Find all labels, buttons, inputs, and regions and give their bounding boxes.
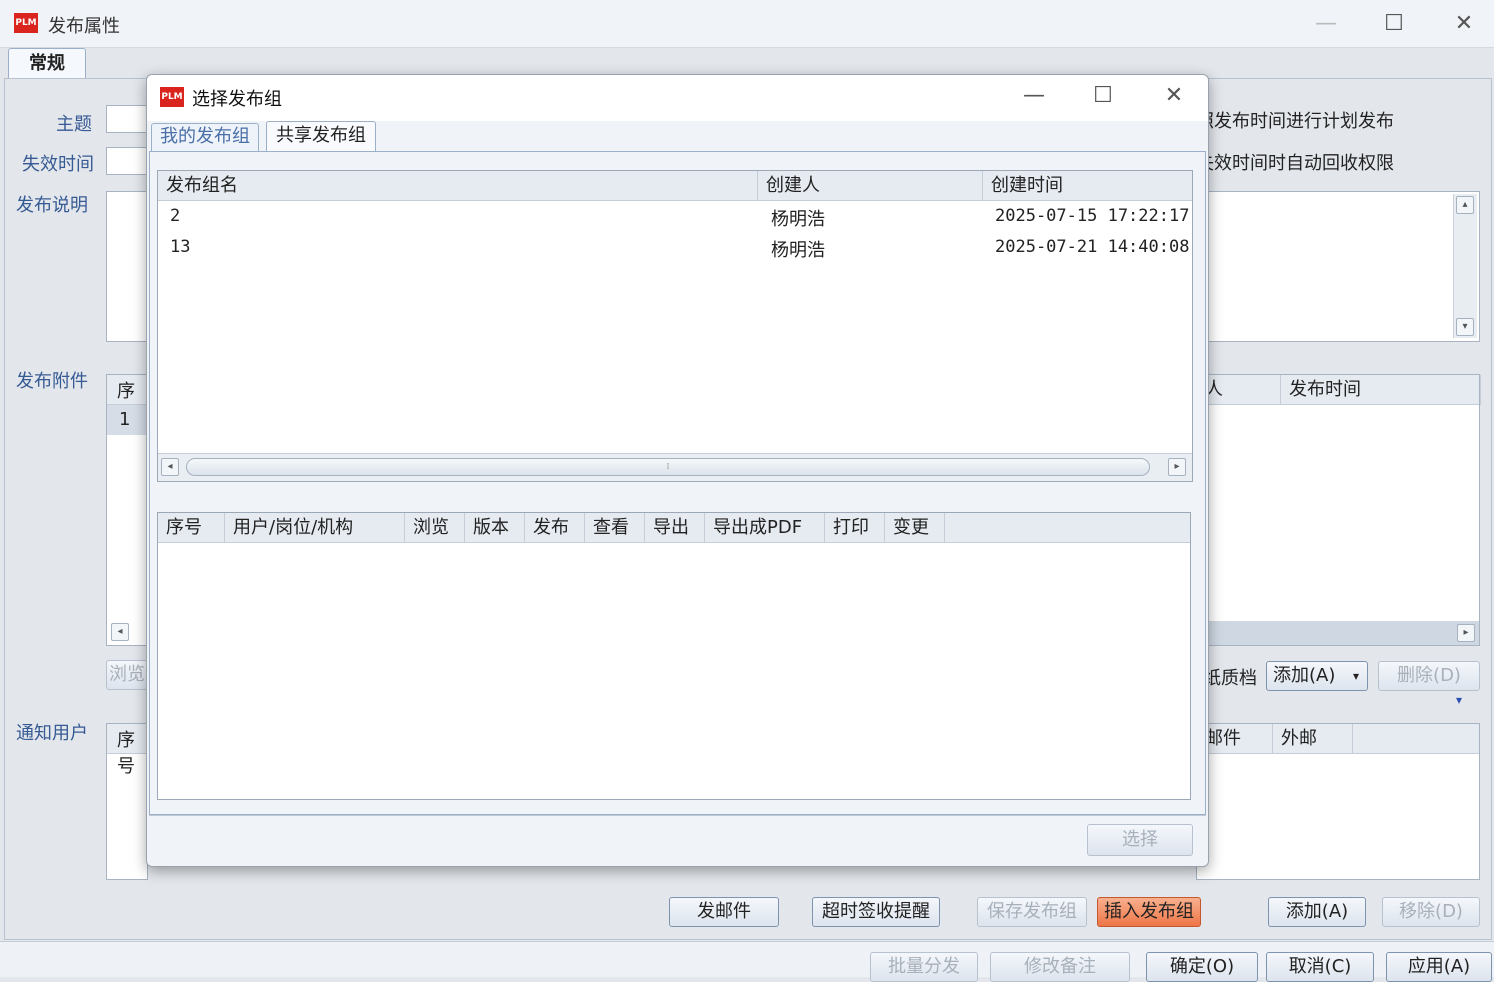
perm-col-change[interactable]: 变更 — [885, 513, 945, 543]
col-group-name[interactable]: 发布组名 — [158, 171, 758, 201]
tab-shared-groups[interactable]: 共享发布组 — [266, 121, 376, 152]
notify-label: 通知用户 — [16, 723, 88, 744]
main-window-title: 发布属性 — [48, 16, 120, 37]
scroll-thumb[interactable]: ⁞ — [186, 458, 1150, 476]
attach-row1-seq: 1 — [119, 409, 131, 430]
ok-button[interactable]: 确定(O) — [1146, 952, 1258, 982]
subject-input[interactable] — [106, 105, 148, 133]
perm-col-publish[interactable]: 发布 — [525, 513, 585, 543]
select-group-dialog: PLM 选择发布组 — ☐ ✕ 我的发布组 共享发布组 发布组名 创建人 创建时… — [146, 74, 1209, 867]
notify-table-right: 邮件 外邮 — [1196, 723, 1480, 880]
select-button[interactable]: 选择 — [1087, 824, 1193, 856]
groups-hscrollbar[interactable]: ◂ ⁞ ▸ — [158, 453, 1192, 481]
apply-button[interactable]: 应用(A) — [1386, 952, 1492, 982]
cancel-button[interactable]: 取消(C) — [1266, 952, 1374, 982]
attach-label: 发布附件 — [16, 371, 88, 392]
chevron-down-icon: ▾ — [1352, 669, 1359, 683]
dialog-title: 选择发布组 — [192, 89, 282, 110]
paper-label: 纸质档 — [1203, 668, 1257, 689]
attach-col-pubtime: 发布时间 — [1281, 375, 1481, 405]
plm-logo-icon: PLM — [14, 13, 38, 33]
created-time-cell: 2025-07-15 17:22:17 — [995, 206, 1190, 226]
desc-scrollbar[interactable]: ▴ ▾ — [1453, 194, 1477, 338]
table-row[interactable]: 13 杨明浩 2025-07-21 14:40:08 — [158, 233, 1192, 263]
desc-textarea-right[interactable]: ▴ ▾ — [1196, 191, 1480, 342]
perm-col-view[interactable]: 查看 — [585, 513, 645, 543]
notify-col-extmail: 外邮 — [1273, 724, 1353, 754]
group-name-cell: 13 — [170, 237, 191, 257]
desc-textarea[interactable] — [106, 191, 148, 342]
attach-table-right: 人 发布时间 ▸ — [1196, 374, 1481, 646]
dialog-maximize-icon[interactable]: ☐ — [1083, 81, 1123, 111]
tab-general[interactable]: 常规 — [8, 48, 86, 80]
dialog-title-bar: PLM 选择发布组 — ☐ ✕ — [147, 75, 1208, 121]
perm-col-browse[interactable]: 浏览 — [405, 513, 465, 543]
schedule-option[interactable]: 照发布时间进行计划发布 — [1196, 107, 1394, 133]
tab-my-groups[interactable]: 我的发布组 — [151, 123, 259, 151]
desc-label: 发布说明 — [16, 195, 88, 216]
close-icon[interactable]: ✕ — [1444, 9, 1484, 39]
overtime-remind-button[interactable]: 超时签收提醒 — [812, 897, 940, 927]
dialog-minimize-icon[interactable]: — — [1014, 81, 1054, 111]
edit-note-button[interactable]: 修改备注 — [990, 952, 1130, 982]
scroll-left-icon[interactable]: ◂ — [161, 458, 179, 476]
delete-button[interactable]: 删除(D) — [1378, 661, 1480, 691]
insert-group-button[interactable]: 插入发布组 — [1097, 897, 1201, 927]
revoke-option[interactable]: 失效时间时自动回收权限 — [1196, 149, 1394, 175]
notify-col-seq: 序号 — [117, 730, 135, 777]
attach-col-creator: 人 — [1197, 375, 1281, 405]
created-time-cell: 2025-07-21 14:40:08 — [995, 237, 1190, 257]
save-group-button[interactable]: 保存发布组 — [977, 897, 1087, 927]
batch-dist-button[interactable]: 批量分发 — [870, 952, 978, 982]
remove-user-button[interactable]: 移除(D) — [1382, 897, 1480, 927]
perm-col-export[interactable]: 导出 — [645, 513, 705, 543]
add-user-button[interactable]: 添加(A) — [1268, 897, 1366, 927]
attach-table-left: 序号 1 ◂ — [106, 374, 148, 646]
dialog-divider — [149, 815, 1206, 816]
creator-cell: 杨明浩 — [771, 240, 825, 261]
perm-col-print[interactable]: 打印 — [825, 513, 885, 543]
add-dropdown[interactable]: 添加(A) ▾ — [1266, 661, 1368, 691]
main-title-bar: PLM 发布属性 — ☐ ✕ — [0, 0, 1494, 48]
perm-col-version[interactable]: 版本 — [465, 513, 525, 543]
subject-label: 主题 — [56, 114, 92, 135]
permissions-table: 序号 用户/岗位/机构 浏览 版本 发布 查看 导出 导出成PDF 打印 变更 — [157, 512, 1191, 800]
expand-arrow-icon[interactable]: ▾ — [1456, 693, 1462, 707]
scroll-right-icon[interactable]: ▸ — [1168, 458, 1186, 476]
perm-col-seq[interactable]: 序号 — [158, 513, 225, 543]
minimize-icon[interactable]: — — [1306, 9, 1346, 39]
group-name-cell: 2 — [170, 206, 181, 226]
scroll-up-icon[interactable]: ▴ — [1456, 196, 1474, 214]
attach-hscrollbar[interactable] — [1197, 621, 1479, 645]
notify-table-left: 序号 — [106, 723, 148, 880]
col-created-time[interactable]: 创建时间 — [983, 171, 1194, 201]
scroll-right-icon[interactable]: ▸ — [1457, 624, 1475, 642]
scroll-down-icon[interactable]: ▾ — [1456, 318, 1474, 336]
browse-button[interactable]: 浏览 — [106, 660, 148, 690]
send-mail-button[interactable]: 发邮件 — [669, 897, 779, 927]
dialog-plm-logo-icon: PLM — [160, 87, 184, 107]
groups-table: 发布组名 创建人 创建时间 2 杨明浩 2025-07-15 17:22:17 … — [157, 170, 1193, 482]
add-dropdown-label: 添加(A) — [1273, 665, 1336, 686]
dialog-close-icon[interactable]: ✕ — [1154, 81, 1194, 111]
expire-label: 失效时间 — [22, 154, 94, 175]
table-row[interactable]: 2 杨明浩 2025-07-15 17:22:17 — [158, 202, 1192, 232]
maximize-icon[interactable]: ☐ — [1374, 9, 1414, 39]
expire-input[interactable] — [106, 147, 148, 175]
col-creator[interactable]: 创建人 — [758, 171, 983, 201]
perm-col-export-pdf[interactable]: 导出成PDF — [705, 513, 825, 543]
perm-col-user[interactable]: 用户/岗位/机构 — [225, 513, 405, 543]
scroll-left-icon[interactable]: ◂ — [111, 623, 129, 641]
creator-cell: 杨明浩 — [771, 209, 825, 230]
